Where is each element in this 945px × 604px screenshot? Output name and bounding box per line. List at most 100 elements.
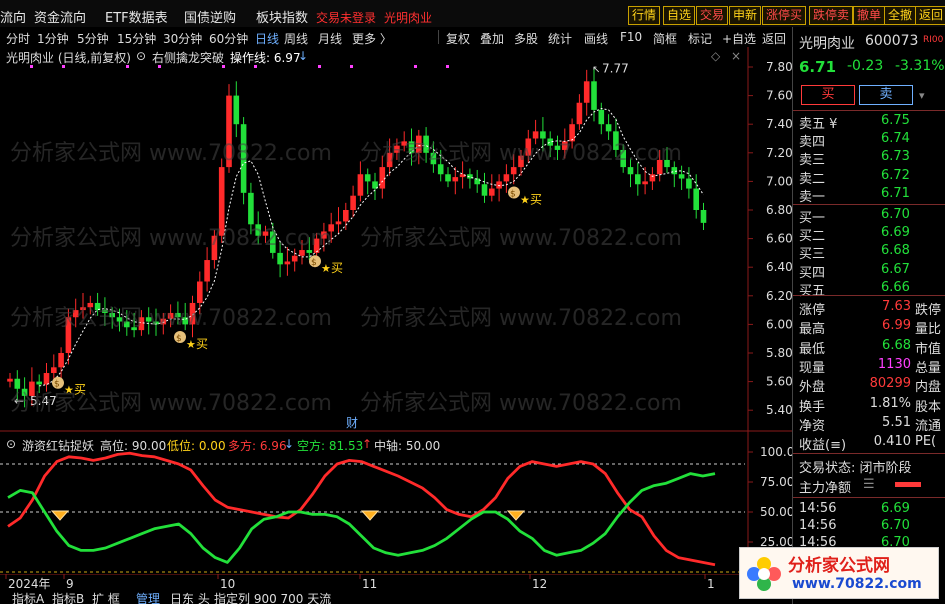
bid-label: 买一 (799, 211, 826, 226)
tab-indicator-a[interactable]: 指标A (12, 592, 44, 604)
buy-signal-label: 买 (74, 383, 86, 397)
candle-body (583, 81, 590, 103)
candle-body (605, 124, 612, 132)
sell-button[interactable]: 卖 (859, 85, 913, 105)
date-label: 12 (532, 577, 547, 591)
candle-body (58, 353, 64, 368)
close-icon[interactable]: × (731, 49, 741, 63)
list-icon[interactable]: ☰ (863, 477, 875, 492)
top-button-1[interactable]: 自选 (663, 6, 696, 25)
tab-expand[interactable]: 扩 框 (92, 592, 120, 604)
top-button-5[interactable]: 跌停卖 (809, 6, 854, 25)
tool-mark[interactable]: 标记 (688, 30, 712, 47)
candle-body (131, 327, 137, 331)
indicator-toggle-icon[interactable]: ⊙ (136, 49, 146, 63)
candle-body (248, 192, 254, 225)
period-timeshare[interactable]: 分时 (6, 30, 30, 47)
candle-body (598, 109, 605, 125)
op-line-label: 操作线: 6.97 (230, 51, 301, 65)
candle-body (678, 174, 685, 179)
tool-add-watch[interactable]: +自选 (722, 30, 756, 47)
tab-east[interactable]: 日东 头 (170, 592, 210, 604)
period-monthly[interactable]: 月线 (318, 30, 342, 47)
top-button-0[interactable]: 行情 (628, 6, 661, 25)
candle-body (233, 95, 240, 125)
tool-stats[interactable]: 统计 (548, 30, 572, 47)
tick-price: 6.70 (881, 518, 910, 533)
period-15min[interactable]: 15分钟 (117, 30, 156, 47)
menu-item-sector-index[interactable]: 板块指数 (256, 7, 308, 26)
star-icon: ★ (321, 262, 331, 275)
candle-body (43, 373, 50, 385)
price-label: 7.60 (766, 89, 792, 103)
candle-body (36, 381, 42, 385)
period-60min[interactable]: 60分钟 (209, 30, 248, 47)
collapse-icon[interactable]: ▾ (919, 89, 925, 102)
kline-chart[interactable]: 7.80 7.60 7.40 7.20 7.00 6.80 6.60 6.40 6.20 6.00… (0, 47, 792, 432)
indicator-chart[interactable]: 100.075.0050.0025.00 (0, 432, 792, 582)
bid-price: 6.68 (881, 243, 910, 259)
tab-custom[interactable]: 指定列 900 700 天流 (214, 592, 331, 604)
tool-multi[interactable]: 多股 (514, 30, 538, 47)
bid-price: 6.66 (881, 279, 910, 295)
candle-body (700, 210, 707, 223)
tool-f10[interactable]: F10 (620, 30, 642, 44)
top-button-8[interactable]: 返回 (915, 6, 945, 25)
stat-value: 1130 (877, 356, 911, 372)
price-label: 6.80 (766, 203, 792, 217)
top-button-2[interactable]: 交易 (696, 6, 729, 25)
tool-frame[interactable]: 简框 (653, 30, 677, 47)
menu-item-fund-flow[interactable]: 资金流向 (34, 7, 86, 26)
top-button-7[interactable]: 全撤 (884, 6, 917, 25)
red-diamond-icon (506, 510, 526, 521)
divider (793, 110, 945, 111)
period-5min[interactable]: 5分钟 (77, 30, 109, 47)
period-more[interactable]: 更多 〉 (352, 30, 392, 47)
candle-body (102, 310, 108, 313)
low-arrow-icon: ← (14, 394, 24, 408)
top-button-4[interactable]: 涨停买 (762, 6, 807, 25)
menu-item-repo[interactable]: 国债逆购 (184, 7, 236, 26)
candle-body (109, 312, 115, 318)
candle-body (489, 188, 495, 196)
tick-time: 14:56 (799, 518, 837, 533)
indicator-panel-toggle-icon[interactable]: ⊙ (6, 437, 16, 451)
signal-dot (446, 65, 449, 68)
ma-line (39, 107, 704, 387)
stat-right-label: 市值 (915, 341, 942, 357)
candle-body (138, 317, 145, 331)
divider (793, 453, 945, 454)
indicator-axis-label: 75.00 (760, 475, 792, 489)
candle-body (649, 174, 656, 182)
tool-back[interactable]: 返回 (762, 30, 786, 47)
quote-price-row: 6.71 -0.23 -3.31% (799, 58, 945, 76)
tab-manage[interactable]: 管理 (136, 592, 160, 604)
candle-body (262, 231, 269, 236)
candle-body (452, 177, 459, 182)
stock-tag-badge: RI00 (923, 35, 944, 45)
tool-overlay[interactable]: 叠加 (480, 30, 504, 47)
date-label: 9 (66, 577, 74, 591)
duo-arrow-icon: ↓ (284, 437, 295, 451)
menu-item-etf[interactable]: ETF数据表 (105, 7, 168, 26)
period-weekly[interactable]: 周线 (284, 30, 308, 47)
top-button-3[interactable]: 申新 (729, 6, 762, 25)
date-label: 2024年 (8, 577, 51, 591)
tab-indicator-b[interactable]: 指标B (52, 592, 84, 604)
period-30min[interactable]: 30分钟 (163, 30, 202, 47)
buy-button[interactable]: 买 (801, 85, 855, 105)
tool-adjust[interactable]: 复权 (446, 30, 470, 47)
bid-price: 6.69 (881, 225, 910, 241)
menu-item-flow[interactable]: 流向 (0, 7, 26, 26)
stat-right-label: 总量 (915, 360, 942, 376)
period-daily[interactable]: 日线 (255, 30, 279, 47)
diamond-icon[interactable]: ◇ (711, 49, 720, 63)
period-1min[interactable]: 1分钟 (37, 30, 69, 47)
candle-body (416, 135, 422, 153)
top-button-6[interactable]: 撤单 (853, 6, 886, 25)
login-warning[interactable]: 交易未登录 (316, 9, 376, 26)
ask-label: 卖二 (799, 171, 826, 187)
buy-signal-label: 买 (530, 193, 542, 207)
candle-body (291, 255, 298, 262)
tool-draw[interactable]: 画线 (584, 30, 608, 47)
